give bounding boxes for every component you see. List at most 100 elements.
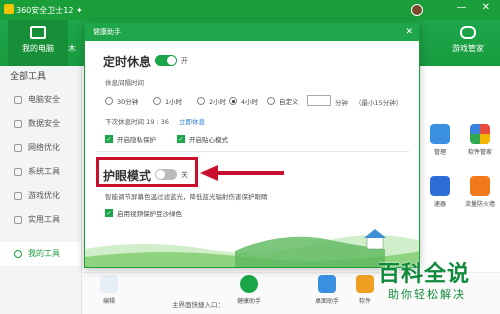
monitor-icon [30, 26, 46, 39]
interval-option-1h[interactable]: 1小时 [153, 96, 182, 106]
quick-desktop-assistant[interactable]: 桌面助手 [310, 275, 344, 305]
tool-label: 软件管家 [467, 149, 492, 156]
manage-icon [430, 124, 450, 144]
sidebar-item-data-security[interactable]: 数据安全 [0, 112, 81, 136]
radio-icon [105, 97, 113, 105]
eye-mode-description: 智能调节屏幕色温过滤蓝光，降低蓝光辐射伤害保护眼睛 [105, 193, 268, 201]
quick-label: 软件 [358, 298, 371, 305]
quick-label: 健康助手 [236, 298, 261, 305]
sidebar-item-network[interactable]: 网络优化 [0, 136, 81, 160]
quick-label: 桌面助手 [314, 298, 339, 305]
user-avatar[interactable] [411, 4, 423, 16]
tool-accelerator[interactable]: 速器 [420, 174, 460, 214]
checkbox-label: 开启隐私保护 [117, 136, 156, 144]
tool-firewall[interactable]: 流量防火墙 [460, 174, 500, 214]
nav-label: 游戏管家 [452, 44, 484, 53]
caring-mode-checkbox[interactable]: ✓ 开启贴心模式 [177, 134, 228, 144]
checkbox-label: 开启贴心模式 [189, 136, 228, 144]
gear-icon [14, 168, 22, 176]
heart-icon [14, 250, 22, 258]
rest-now-link[interactable]: 立即休息 [179, 116, 205, 126]
tool-label: 流量防火墙 [464, 201, 495, 208]
firewall-icon [470, 176, 490, 196]
custom-hint: （最小15分钟） [355, 99, 403, 107]
sidebar-item-label: 数据安全 [28, 119, 60, 128]
edit-icon [100, 275, 118, 293]
close-icon[interactable]: ✕ [405, 23, 413, 41]
toolbox-icon [14, 216, 22, 224]
nav-game-manager[interactable]: 游戏管家 [438, 20, 498, 66]
tool-software-manager[interactable]: 软件管家 [460, 122, 500, 162]
rest-section-title: 定时休息 [103, 55, 152, 69]
accelerator-icon [430, 176, 450, 196]
watermark-subtitle: 助你轻松解决 [388, 288, 466, 301]
sidebar-item-system-tools[interactable]: 系统工具 [0, 160, 81, 184]
rest-toggle-label: 开 [181, 57, 188, 65]
dialog-titlebar: 健康助手 ✕ [85, 23, 419, 41]
sidebar-item-utilities[interactable]: 实用工具 [0, 208, 81, 232]
custom-minutes-input[interactable] [307, 95, 331, 106]
software-icon [356, 275, 374, 293]
watermark-title: 百科全说 [378, 262, 471, 287]
gamepad-icon [460, 26, 476, 39]
app-logo-icon [4, 4, 14, 14]
tool-grid: 管理 软件管家 速器 流量防火墙 [420, 66, 500, 266]
interval-option-2h[interactable]: 2小时 [197, 96, 226, 106]
quick-software[interactable]: 软件 [348, 275, 382, 305]
tool-label: 速器 [433, 201, 446, 208]
option-label: 4小时 [241, 98, 259, 106]
sidebar-item-my-tools[interactable]: 我的工具 [0, 242, 81, 266]
window-controls[interactable]: — ✕ [456, 2, 496, 13]
hills-illustration [85, 229, 419, 267]
radio-selected-icon [229, 97, 237, 105]
edit-label: 编辑 [102, 298, 115, 305]
arrow-left-icon [200, 165, 284, 181]
sidebar-item-label: 系统工具 [28, 167, 60, 176]
nav-label: 我的电脑 [22, 44, 54, 53]
tool-manage[interactable]: 管理 [420, 122, 460, 162]
radio-icon [197, 97, 205, 105]
dialog-title: 健康助手 [93, 28, 121, 36]
option-label: 自定义 [279, 98, 299, 106]
sidebar-item-label: 电脑安全 [28, 95, 60, 104]
sidebar-item-pc-security[interactable]: 电脑安全 [0, 88, 81, 112]
sidebar-item-label: 实用工具 [28, 215, 60, 224]
gamepad-icon [14, 192, 22, 200]
nav-trojan[interactable]: 木 [60, 20, 84, 66]
interval-option-4h[interactable]: 4小时 [229, 96, 258, 106]
highlight-box [96, 157, 198, 187]
sidebar-header: 全部工具 [10, 72, 47, 82]
interval-option-custom[interactable]: 自定义 [267, 96, 299, 106]
health-icon [240, 275, 258, 293]
sidebar: 全部工具 电脑安全 数据安全 网络优化 系统工具 游戏优化 实用工具 我的工具 [0, 66, 82, 314]
tool-label: 管理 [433, 149, 446, 156]
desktop-icon [318, 275, 336, 293]
checkmark-icon: ✓ [177, 135, 185, 143]
rest-toggle[interactable] [155, 55, 177, 66]
sidebar-item-label: 网络优化 [28, 143, 60, 152]
interval-label: 休息间隔时间 [105, 79, 144, 87]
option-label: 1小时 [165, 98, 183, 106]
nav-label: 木 [68, 44, 76, 53]
option-label: 30分钟 [117, 98, 139, 106]
radio-icon [153, 97, 161, 105]
quick-health-assistant[interactable]: 健康助手 [232, 275, 266, 305]
sidebar-item-label: 游戏优化 [28, 191, 60, 200]
option-label: 2小时 [209, 98, 227, 106]
privacy-protection-checkbox[interactable]: ✓ 开启隐私保护 [105, 134, 156, 144]
software-manager-icon [470, 124, 490, 144]
nav-my-computer[interactable]: 我的电脑 [8, 20, 68, 66]
checkmark-icon: ✓ [105, 135, 113, 143]
health-assistant-dialog: 健康助手 ✕ 定时休息 开 休息间隔时间 30分钟 1小时 2小时 4小时 自定… [84, 22, 420, 268]
title-bar: 360安全卫士12 ✦ — ✕ [0, 0, 500, 20]
radio-icon [267, 97, 275, 105]
network-icon [14, 144, 22, 152]
window-title: 360安全卫士12 ✦ [16, 6, 83, 15]
database-icon [14, 120, 22, 128]
interval-option-30min[interactable]: 30分钟 [105, 96, 138, 106]
custom-unit: 分钟 [335, 99, 348, 107]
quick-entry-label: 主界面快捷入口： [172, 301, 224, 309]
sidebar-item-game-optimize[interactable]: 游戏优化 [0, 184, 81, 208]
edit-button[interactable]: 编辑 [92, 275, 126, 305]
next-rest-time: 下次休息时间 19 : 36 [105, 118, 169, 126]
